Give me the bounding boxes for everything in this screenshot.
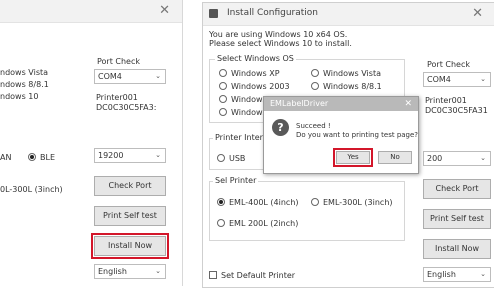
radio-icon (219, 95, 227, 103)
port-check-label: Port Check (427, 60, 471, 69)
radio-selected-icon (217, 198, 225, 206)
close-icon[interactable]: ✕ (404, 97, 412, 111)
interface-option-usb[interactable]: USB (217, 154, 245, 164)
model-option-label: EML 200L (2inch) (229, 219, 299, 228)
app-icon (209, 9, 218, 18)
os-option-label: Windows XP (231, 69, 280, 78)
language-select-value: English (98, 267, 127, 276)
printer-info-line2: DC0C30C5FA3: (96, 103, 157, 112)
baud-select[interactable]: 19200 ⌄ (94, 148, 166, 163)
printer-model-group (209, 181, 405, 241)
test-page-dialog: EMLabelDriver ✕ ? Succeed ! Do you want … (263, 96, 419, 174)
question-icon: ? (272, 119, 289, 136)
set-default-label: Set Default Printer (221, 271, 296, 280)
model-option-label: EML-400L (4inch) (229, 198, 299, 207)
port-select-value: COM4 (98, 72, 122, 81)
os-option-label: ndows 8/8.1 (0, 80, 49, 89)
os-option-label: ndows 10 (0, 92, 39, 101)
os-info-line2: Please select Windows 10 to install. (209, 39, 352, 48)
radio-icon (219, 82, 227, 90)
os-option-label: Windows 8/8.1 (323, 82, 382, 91)
language-select[interactable]: English ⌄ (423, 267, 491, 282)
language-select-value: English (427, 270, 456, 279)
port-select[interactable]: COM4 ⌄ (423, 72, 491, 87)
close-icon[interactable]: ✕ (159, 3, 170, 18)
interface-option-label: USB (229, 154, 246, 163)
os-option-2003[interactable]: Windows 2003 (219, 82, 290, 92)
printer-info-line1: Printer001 (96, 93, 138, 102)
os-option-8[interactable]: Windows 8/8.1 (311, 82, 382, 92)
os-option-10[interactable]: ndows 10 (0, 92, 38, 102)
dialog-title: EMLabelDriver (270, 99, 329, 108)
chevron-down-icon: ⌄ (155, 151, 161, 159)
os-option-xp[interactable]: Windows XP (219, 69, 280, 79)
model-option-label: 0L-300L (3inch) (0, 185, 63, 194)
close-icon[interactable]: ✕ (472, 6, 483, 21)
interface-option-ble[interactable]: BLE (28, 153, 55, 163)
model-option-400[interactable]: EML-400L (4inch) (217, 198, 299, 208)
interface-option-label: AN (0, 153, 12, 162)
radio-icon (219, 69, 227, 77)
os-option-label: Windows Vista (323, 69, 381, 78)
os-option-8[interactable]: ndows 8/8.1 (0, 80, 49, 90)
install-now-button[interactable]: Install Now (91, 233, 169, 259)
model-option-300[interactable]: 0L-300L (3inch) (0, 185, 63, 195)
left-title-bar: ✕ (0, 0, 182, 23)
select-os-label: Select Windows OS (215, 54, 296, 64)
check-port-button[interactable]: Check Port (94, 176, 166, 196)
yes-button[interactable]: Yes (333, 148, 373, 167)
radio-icon (311, 69, 319, 77)
radio-icon (217, 154, 225, 162)
radio-icon (219, 108, 227, 116)
baud-select-value: 200 (427, 154, 443, 163)
interface-option-lan[interactable]: AN (0, 153, 11, 163)
print-self-test-button[interactable]: Print Self test (94, 206, 166, 226)
os-option-label: Windows (231, 108, 267, 117)
chevron-down-icon: ⌄ (155, 72, 161, 80)
chevron-down-icon: ⌄ (480, 75, 486, 83)
select-printer-label: Sel Printer (213, 176, 259, 186)
interface-option-label: BLE (40, 153, 55, 162)
os-option-label: Windows 2003 (231, 82, 290, 91)
os-option-10[interactable]: Windows (219, 108, 267, 118)
os-option-label: Windows (231, 95, 267, 104)
window-title: Install Configuration (227, 8, 318, 18)
baud-select-value: 19200 (98, 151, 124, 160)
port-check-label: Port Check (97, 57, 141, 66)
set-default-printer-checkbox[interactable]: Set Default Printer (209, 271, 295, 281)
model-option-label: EML-300L (3inch) (323, 198, 393, 207)
radio-selected-icon (28, 153, 36, 161)
baud-select[interactable]: 200 ⌄ (423, 151, 491, 166)
left-installer-window: ✕ ndows Vista ndows 8/8.1 ndows 10 Port … (0, 0, 183, 286)
print-self-test-button[interactable]: Print Self test (423, 209, 491, 229)
right-title-bar: Install Configuration ✕ (203, 3, 494, 26)
checkbox-icon (209, 271, 217, 279)
chevron-down-icon: ⌄ (480, 154, 486, 162)
os-option-7[interactable]: Windows (219, 95, 267, 105)
dialog-message-line2: Do you want to printing test page? (296, 131, 419, 139)
os-option-vista[interactable]: Windows Vista (311, 69, 381, 79)
printer-info-line2: DC0C30C5FA31 (425, 106, 488, 115)
radio-icon (311, 82, 319, 90)
port-select-value: COM4 (427, 75, 451, 84)
radio-icon (311, 198, 319, 206)
os-option-label: ndows Vista (0, 68, 49, 77)
port-select[interactable]: COM4 ⌄ (94, 69, 166, 84)
install-now-button[interactable]: Install Now (423, 239, 491, 259)
radio-icon (217, 219, 225, 227)
printer-info-line1: Printer001 (425, 96, 467, 105)
chevron-down-icon: ⌄ (155, 267, 161, 275)
no-button[interactable]: No (378, 151, 412, 164)
model-option-200[interactable]: EML 200L (2inch) (217, 219, 298, 229)
os-option-vista[interactable]: ndows Vista (0, 68, 48, 78)
check-port-button[interactable]: Check Port (423, 179, 491, 199)
language-select[interactable]: English ⌄ (94, 264, 166, 279)
model-option-300[interactable]: EML-300L (3inch) (311, 198, 393, 208)
dialog-title-bar: EMLabelDriver ✕ (264, 97, 418, 111)
chevron-down-icon: ⌄ (480, 270, 486, 278)
